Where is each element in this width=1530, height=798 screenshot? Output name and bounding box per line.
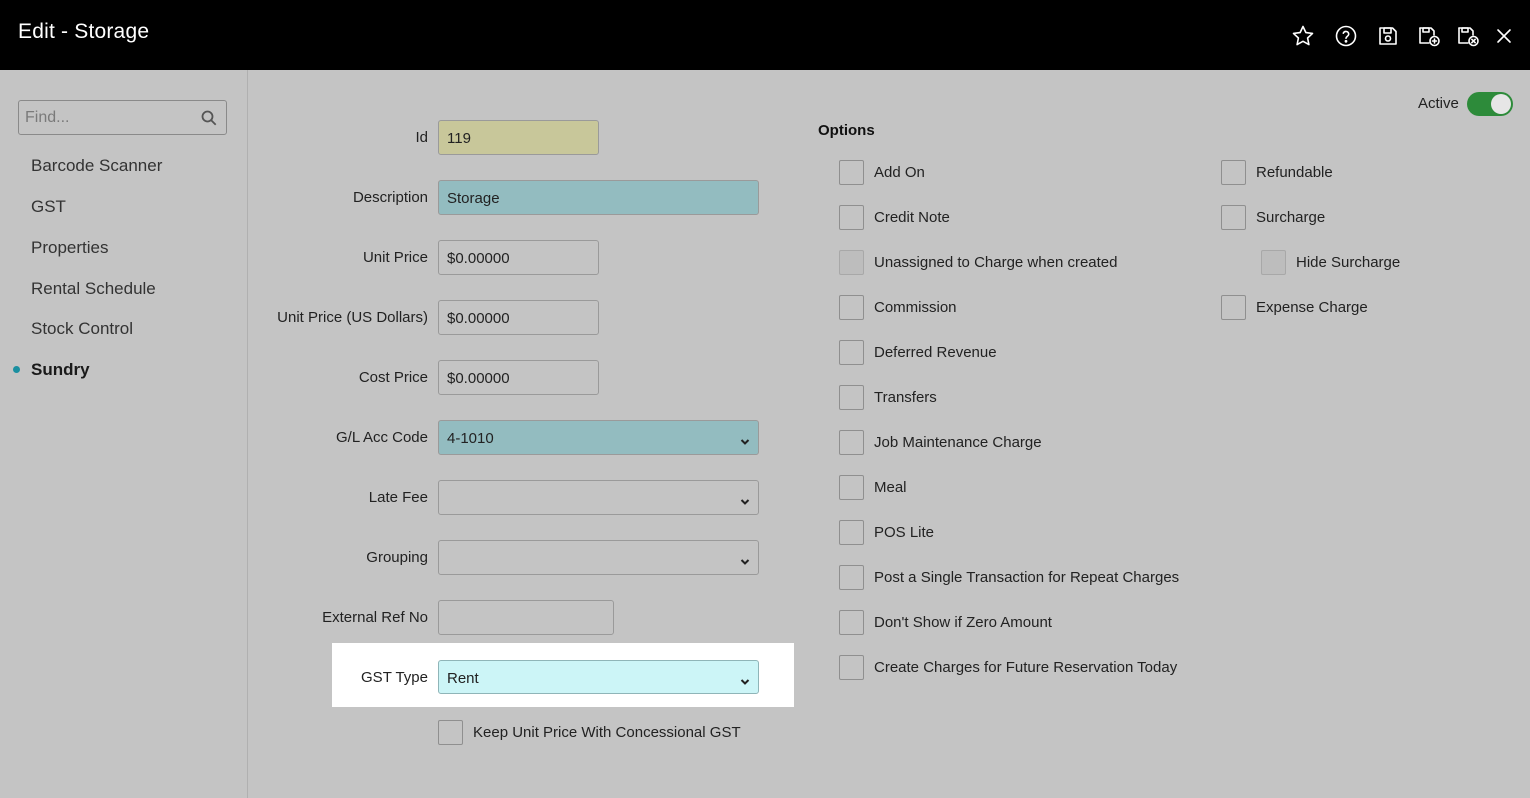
external-ref-field[interactable] [438, 600, 614, 635]
expense-charge-label: Expense Charge [1256, 299, 1368, 316]
gst-type-select[interactable]: Rent [438, 660, 759, 694]
post-single-transaction-checkbox[interactable] [839, 565, 864, 590]
star-icon[interactable] [1290, 23, 1316, 49]
hide-surcharge-label: Hide Surcharge [1296, 254, 1401, 271]
transfers-label: Transfers [874, 389, 937, 406]
credit-note-checkbox[interactable] [839, 205, 864, 230]
id-label: Id [415, 129, 428, 146]
id-field[interactable]: 119 [438, 120, 599, 155]
pos-lite-checkbox[interactable] [839, 520, 864, 545]
description-value: Storage [447, 190, 500, 207]
transfers-checkbox[interactable] [839, 385, 864, 410]
sidebar-item-rental-schedule[interactable]: Rental Schedule [31, 279, 156, 299]
active-toggle[interactable] [1467, 92, 1513, 116]
hide-surcharge-checkbox[interactable] [1261, 250, 1286, 275]
sidebar-item-sundry[interactable]: Sundry [31, 360, 90, 380]
title-bar: Edit - Storage [0, 0, 1530, 70]
toggle-knob [1491, 94, 1511, 114]
save-and-close-icon[interactable] [1455, 23, 1481, 49]
unit-price-label: Unit Price [362, 249, 428, 266]
pos-lite-label: POS Lite [874, 524, 935, 541]
search-box[interactable] [18, 100, 227, 135]
commission-label: Commission [874, 299, 957, 316]
post-single-transaction-label: Post a Single Transaction for Repeat Cha… [874, 569, 1180, 586]
job-maintenance-charge-checkbox[interactable] [839, 430, 864, 455]
cost-price-field[interactable]: $0.00000 [438, 360, 599, 395]
deferred-revenue-label: Deferred Revenue [874, 344, 997, 361]
refundable-checkbox[interactable] [1221, 160, 1246, 185]
dont-show-zero-amount-checkbox[interactable] [839, 610, 864, 635]
commission-checkbox[interactable] [839, 295, 864, 320]
description-label: Description [352, 189, 428, 206]
keep-unit-price-label: Keep Unit Price With Concessional GST [473, 724, 741, 741]
gst-type-value: Rent [447, 670, 479, 687]
sidebar-item-properties[interactable]: Properties [31, 238, 108, 258]
id-value: 119 [447, 130, 471, 147]
unassigned-to-charge-label: Unassigned to Charge when created [874, 254, 1118, 271]
dont-show-zero-amount-label: Don't Show if Zero Amount [874, 614, 1052, 631]
expense-charge-checkbox[interactable] [1221, 295, 1246, 320]
sidebar-item-gst[interactable]: GST [31, 197, 66, 217]
sidebar: Barcode Scanner GST Properties Rental Sc… [0, 70, 248, 798]
surcharge-label: Surcharge [1256, 209, 1326, 226]
window-title: Edit - Storage [18, 20, 150, 43]
cost-price-label: Cost Price [358, 369, 428, 386]
active-label: Active [1418, 95, 1459, 112]
unit-price-usd-field[interactable]: $0.00000 [438, 300, 599, 335]
surcharge-checkbox[interactable] [1221, 205, 1246, 230]
main-panel: Id 119 Description Storage Unit Price $0… [249, 70, 1530, 798]
refundable-label: Refundable [1256, 164, 1333, 181]
add-on-checkbox[interactable] [839, 160, 864, 185]
chevron-down-icon [740, 554, 750, 565]
gl-acc-code-label: G/L Acc Code [336, 429, 428, 446]
meal-checkbox[interactable] [839, 475, 864, 500]
cost-price-value: $0.00000 [447, 370, 510, 387]
external-ref-label: External Ref No [322, 609, 428, 626]
late-fee-label: Late Fee [368, 489, 428, 506]
save-and-new-icon[interactable] [1416, 23, 1442, 49]
unit-price-field[interactable]: $0.00000 [438, 240, 599, 275]
search-input[interactable] [19, 101, 199, 134]
description-field[interactable]: Storage [438, 180, 759, 215]
grouping-select[interactable] [438, 540, 759, 575]
late-fee-select[interactable] [438, 480, 759, 515]
chevron-down-icon [740, 434, 750, 445]
gl-acc-code-value: 4-1010 [447, 430, 494, 447]
keep-unit-price-checkbox[interactable] [438, 720, 463, 745]
create-charges-future-checkbox[interactable] [839, 655, 864, 680]
sidebar-item-stock-control[interactable]: Stock Control [31, 319, 133, 339]
credit-note-label: Credit Note [874, 209, 950, 226]
unassigned-to-charge-checkbox[interactable] [839, 250, 864, 275]
create-charges-future-label: Create Charges for Future Reservation To… [874, 659, 1178, 676]
gl-acc-code-select[interactable]: 4-1010 [438, 420, 759, 455]
help-icon[interactable] [1333, 23, 1359, 49]
meal-label: Meal [874, 479, 907, 496]
add-on-label: Add On [874, 164, 925, 181]
chevron-down-icon [740, 674, 750, 685]
active-indicator-dot [13, 366, 20, 373]
deferred-revenue-checkbox[interactable] [839, 340, 864, 365]
chevron-down-icon [740, 494, 750, 505]
gst-type-label: GST Type [361, 669, 428, 686]
close-icon[interactable] [1491, 23, 1517, 49]
search-icon[interactable] [200, 109, 218, 127]
grouping-label: Grouping [366, 549, 428, 566]
unit-price-usd-label: Unit Price (US Dollars) [277, 309, 428, 326]
job-maintenance-charge-label: Job Maintenance Charge [874, 434, 1042, 451]
sidebar-item-barcode-scanner[interactable]: Barcode Scanner [31, 156, 162, 176]
unit-price-value: $0.00000 [447, 250, 510, 267]
options-heading: Options [818, 122, 875, 139]
save-icon[interactable] [1375, 23, 1401, 49]
unit-price-usd-value: $0.00000 [447, 310, 510, 327]
